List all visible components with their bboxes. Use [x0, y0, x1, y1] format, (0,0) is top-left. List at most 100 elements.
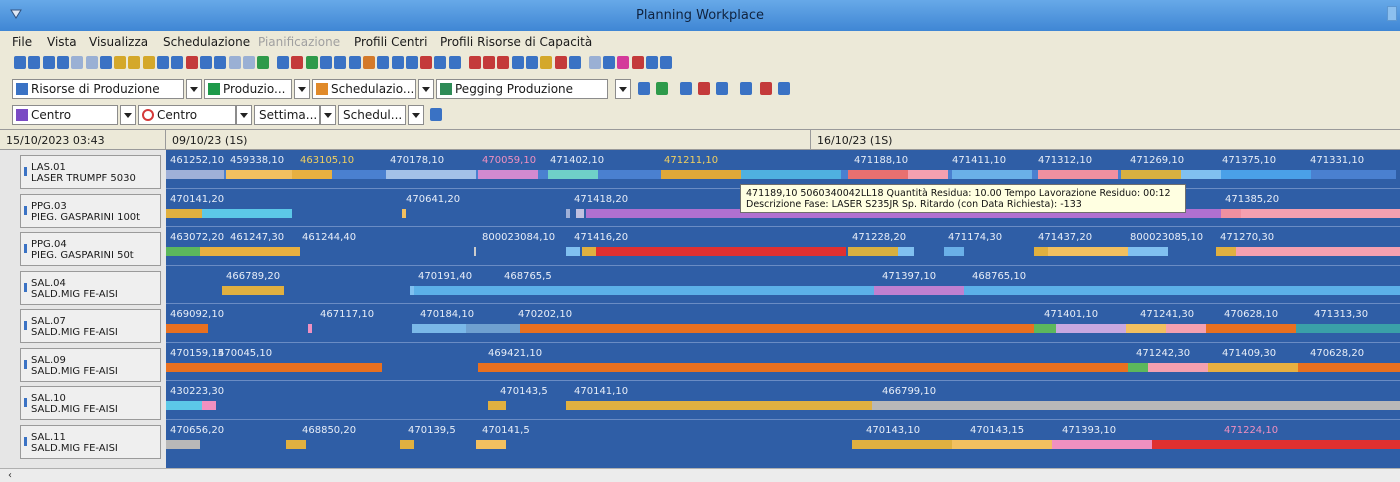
operation-label[interactable]: 466799,10	[882, 386, 936, 397]
operation-bar[interactable]	[1221, 170, 1311, 179]
operation-bar[interactable]	[1208, 362, 1298, 372]
menu-visualizza[interactable]: Visualizza	[89, 35, 148, 49]
operation-label[interactable]: 470159,15	[170, 348, 224, 359]
operation-label[interactable]: 470143,10	[866, 425, 920, 436]
operation-bar[interactable]	[308, 324, 312, 333]
toolbar-button-icon-1[interactable]	[14, 56, 26, 69]
operation-bar[interactable]	[466, 324, 520, 333]
operation-bar[interactable]	[576, 208, 584, 218]
toolbar-button-icon-15[interactable]	[214, 56, 227, 69]
center-dropdown-arrow-1[interactable]	[120, 105, 136, 125]
toolbar-button-icon-9[interactable]	[128, 56, 141, 69]
toolbar-button-icon-7[interactable]	[99, 56, 112, 69]
center-combo-2[interactable]: Centro	[138, 105, 236, 125]
operation-label[interactable]: 470184,10	[420, 309, 474, 320]
operation-bar[interactable]	[1152, 439, 1400, 449]
toolbar-button-icon-5[interactable]	[71, 56, 84, 69]
operation-label[interactable]: 461252,10	[170, 155, 224, 166]
operation-label[interactable]: 471416,20	[574, 232, 628, 243]
operation-bar[interactable]	[292, 170, 332, 179]
toolbar-button-icon-8[interactable]	[114, 56, 127, 69]
operation-label[interactable]: 466789,20	[226, 271, 280, 282]
toolbar-button-icon-3[interactable]	[42, 56, 55, 69]
toolbar-button-icon-39[interactable]	[568, 56, 581, 69]
operation-bar[interactable]	[1056, 324, 1126, 333]
operation-label[interactable]: 470141,10	[574, 386, 628, 397]
window-control-button[interactable]	[1387, 6, 1397, 21]
operation-bar[interactable]	[1034, 324, 1056, 333]
operation-bar[interactable]	[1038, 170, 1118, 179]
operation-label[interactable]: 470641,20	[406, 194, 460, 205]
operation-bar[interactable]	[202, 208, 292, 218]
operation-bar[interactable]	[1148, 362, 1208, 372]
scheduler-dropdown-arrow[interactable]	[408, 105, 424, 125]
operation-label[interactable]: 470656,20	[170, 425, 224, 436]
operation-bar[interactable]	[872, 401, 1400, 410]
toolbar-button-icon-36[interactable]	[525, 56, 538, 69]
toolbar-button-icon-10[interactable]	[142, 56, 155, 69]
toolbar-button-icon-38[interactable]	[554, 56, 567, 69]
operation-label[interactable]: 470628,20	[1310, 348, 1364, 359]
menu-file[interactable]: File	[12, 35, 32, 49]
resource-row[interactable]: PPG.04 PIEG. GASPARINI 50t	[20, 232, 161, 266]
toolbar-button-icon-2[interactable]	[28, 56, 41, 69]
toolbar-button-icon-41[interactable]	[603, 56, 616, 69]
toolbar-button-icon-43[interactable]	[631, 56, 644, 69]
operation-bar[interactable]	[848, 170, 908, 179]
operation-label[interactable]: 468850,20	[302, 425, 356, 436]
operation-label[interactable]: 471409,30	[1222, 348, 1276, 359]
resource-type-combo[interactable]: Risorse di Produzione	[12, 79, 184, 99]
operation-bar[interactable]	[964, 285, 1400, 295]
operation-bar[interactable]	[386, 170, 476, 179]
toolbar-button-icon-16[interactable]	[228, 56, 241, 69]
scheduler-combo[interactable]: Schedul...	[338, 105, 406, 125]
toolbar-button-icon-23[interactable]	[334, 56, 347, 69]
toolbar-sort2-icon[interactable]	[778, 82, 790, 95]
operation-label[interactable]: 471397,10	[882, 271, 936, 282]
operation-label[interactable]: 471331,10	[1310, 155, 1364, 166]
operation-bar[interactable]	[200, 247, 300, 256]
toolbar-button-icon-26[interactable]	[377, 56, 390, 69]
operation-label[interactable]: 470178,10	[390, 155, 444, 166]
resource-row[interactable]: SAL.07 SALD.MIG FE-AISI	[20, 309, 161, 343]
operation-bar[interactable]	[166, 247, 200, 256]
operation-bar[interactable]	[596, 247, 846, 256]
toolbar-button-icon-18[interactable]	[257, 56, 270, 69]
operation-bar[interactable]	[1216, 247, 1236, 256]
production-combo[interactable]: Produzio...	[204, 79, 292, 99]
operation-bar[interactable]	[898, 247, 914, 256]
operation-label[interactable]: 471188,10	[854, 155, 908, 166]
menu-schedulazione[interactable]: Schedulazione	[163, 35, 250, 49]
operation-label[interactable]: 471418,20	[574, 194, 628, 205]
operation-bar[interactable]	[1052, 439, 1152, 449]
operation-bar[interactable]	[582, 247, 596, 256]
operation-bar[interactable]	[1181, 170, 1221, 179]
toolbar-button-icon-34[interactable]	[497, 56, 510, 69]
resource-row[interactable]: SAL.10 SALD.MIG FE-AISI	[20, 386, 161, 420]
operation-label[interactable]: 471375,10	[1222, 155, 1276, 166]
operation-label[interactable]: 470628,10	[1224, 309, 1278, 320]
resource-row[interactable]: SAL.04 SALD.MIG FE-AISI	[20, 270, 161, 305]
operation-bar[interactable]	[166, 324, 208, 333]
operation-label[interactable]: 471211,10	[664, 155, 718, 166]
operation-bar[interactable]	[222, 285, 284, 295]
toolbar-button-icon-17[interactable]	[242, 56, 255, 69]
operation-label[interactable]: 459338,10	[230, 155, 284, 166]
operation-label[interactable]: 471242,30	[1136, 348, 1190, 359]
operation-bar[interactable]	[400, 439, 414, 449]
pegging-combo[interactable]: Pegging Produzione	[436, 79, 608, 99]
toolbar-button-icon-33[interactable]	[483, 56, 495, 69]
center-dropdown-arrow-2[interactable]	[236, 105, 252, 125]
operation-bar[interactable]	[1166, 324, 1206, 333]
operation-bar[interactable]	[412, 324, 468, 333]
operation-label[interactable]: 471402,10	[550, 155, 604, 166]
operation-bar[interactable]	[852, 439, 952, 449]
operation-label[interactable]: 800023085,10	[1130, 232, 1203, 243]
toolbar-button-icon-29[interactable]	[420, 56, 433, 69]
operation-label[interactable]: 467117,10	[320, 309, 374, 320]
scroll-left-icon[interactable]: ‹	[8, 470, 12, 481]
operation-bar[interactable]	[1236, 247, 1400, 256]
menu-pianificazione[interactable]: Pianificazione	[258, 35, 340, 49]
operation-bar[interactable]	[952, 170, 1032, 179]
operation-label[interactable]: 468765,10	[972, 271, 1026, 282]
